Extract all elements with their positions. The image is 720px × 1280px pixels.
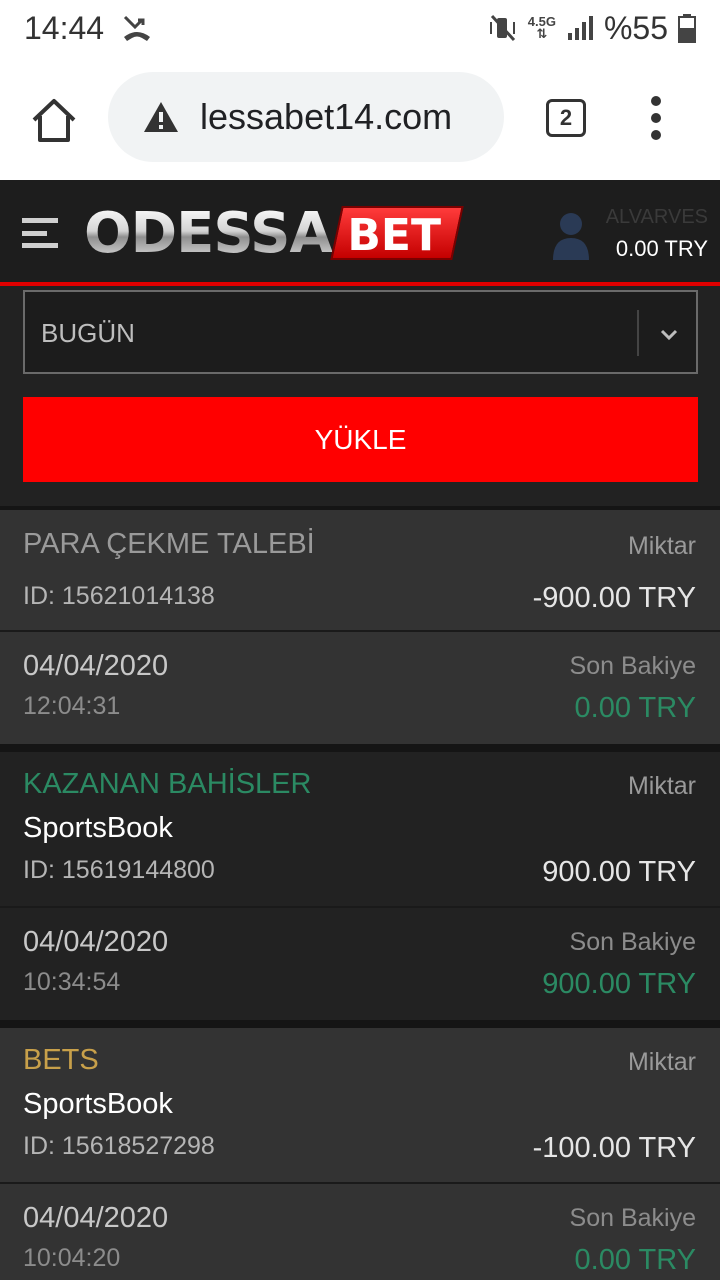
- load-button[interactable]: YÜKLE: [23, 397, 698, 482]
- home-icon[interactable]: [28, 94, 80, 146]
- transaction-time: 10:34:54: [23, 968, 121, 996]
- select-divider: [637, 310, 639, 356]
- transaction-card[interactable]: KAZANAN BAHİSLER Miktar SportsBook ID: 1…: [0, 744, 720, 1020]
- transaction-amount: 900.00 TRY: [542, 856, 696, 888]
- amount-label: Miktar: [627, 1048, 696, 1076]
- site-header: ODESSA BET ALVARVES 0.00 TRY: [0, 180, 720, 286]
- transaction-type: KAZANAN BAHİSLER: [23, 768, 312, 800]
- transaction-date: 04/04/2020: [23, 650, 169, 682]
- tabs-button[interactable]: 2: [546, 99, 586, 137]
- balance-after: 900.00 TRY: [542, 968, 696, 1000]
- amount-label: Miktar: [627, 772, 696, 800]
- transaction-card[interactable]: BETS Miktar SportsBook ID: 15618527298 -…: [0, 1020, 720, 1280]
- url-text: lessabet14.com: [200, 96, 453, 137]
- browser-toolbar: lessabet14.com 2: [0, 56, 720, 180]
- battery-icon: [678, 14, 696, 43]
- status-bar: 14:44 4.5G ⇅ %55: [0, 0, 720, 56]
- transaction-amount: -900.00 TRY: [532, 582, 696, 614]
- transaction-amount: -100.00 TRY: [532, 1132, 696, 1164]
- balance-label: Son Bakiye: [569, 1204, 696, 1232]
- transaction-time: 10:04:20: [23, 1244, 121, 1272]
- transaction-type: PARA ÇEKME TALEBİ: [23, 528, 315, 560]
- logo-main-text: ODESSA: [84, 204, 336, 264]
- address-bar[interactable]: lessabet14.com: [108, 72, 504, 162]
- balance-label: Son Bakiye: [569, 652, 696, 680]
- balance-after: 0.00 TRY: [574, 1244, 696, 1276]
- filter-panel: BUGÜN YÜKLE: [0, 286, 720, 506]
- balance-label: Son Bakiye: [569, 928, 696, 956]
- transaction-date: 04/04/2020: [23, 926, 169, 958]
- username[interactable]: ALVARVES: [606, 206, 708, 229]
- status-time: 14:44: [24, 9, 105, 46]
- mute-icon: [489, 14, 515, 42]
- network-type: 4.5G ⇅: [527, 14, 556, 41]
- logo-sub-text: BET: [330, 206, 464, 261]
- balance-after: 0.00 TRY: [574, 692, 696, 724]
- transaction-date: 04/04/2020: [23, 1202, 169, 1234]
- amount-label: Miktar: [627, 532, 696, 560]
- missed-call-icon: [124, 15, 151, 41]
- signal-icon: [567, 16, 593, 40]
- transaction-type: BETS: [23, 1044, 99, 1076]
- user-avatar-icon[interactable]: [552, 210, 590, 260]
- transaction-id: ID: 15619144800: [23, 856, 215, 884]
- period-select[interactable]: BUGÜN: [23, 290, 698, 374]
- transaction-id: ID: 15621014138: [23, 582, 215, 610]
- warning-icon[interactable]: [142, 100, 180, 134]
- transaction-card[interactable]: PARA ÇEKME TALEBİ Miktar ID: 15621014138…: [0, 506, 720, 744]
- site-logo[interactable]: ODESSA BET: [84, 204, 464, 264]
- transaction-list: PARA ÇEKME TALEBİ Miktar ID: 15621014138…: [0, 506, 720, 1280]
- chevron-down-icon: [660, 329, 678, 341]
- transaction-id: ID: 15618527298: [23, 1132, 215, 1160]
- hamburger-menu-icon[interactable]: [22, 218, 58, 248]
- transaction-provider: SportsBook: [23, 1088, 173, 1120]
- transaction-provider: SportsBook: [23, 812, 173, 844]
- transaction-time: 12:04:31: [23, 692, 121, 720]
- header-balance: 0.00 TRY: [615, 236, 708, 261]
- battery-percent: %55: [603, 9, 668, 46]
- more-options-icon[interactable]: [646, 96, 666, 140]
- period-select-value: BUGÜN: [41, 318, 135, 348]
